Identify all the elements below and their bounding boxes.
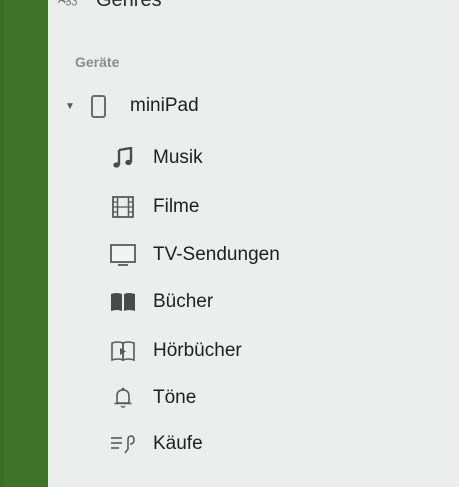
sidebar-item-filme[interactable]: Filme: [108, 192, 199, 222]
tv-icon: [108, 243, 138, 267]
sidebar-item-label: Käufe: [153, 433, 203, 454]
music-note-icon: [108, 146, 138, 170]
sidebar-item-label: Hörbücher: [153, 340, 242, 361]
book-icon: [108, 290, 138, 314]
section-header-devices: Geräte: [75, 54, 120, 70]
purchases-list-icon: [108, 432, 138, 456]
disclosure-triangle-icon[interactable]: ▼: [65, 101, 75, 112]
device-name: miniPad: [130, 95, 199, 116]
genres-icon: A̶ʒʒ: [58, 0, 78, 6]
sidebar-item-label: Filme: [153, 196, 200, 217]
sidebar-item-label: TV-Sendungen: [153, 244, 280, 265]
ipad-icon: [91, 94, 106, 118]
bell-icon: [108, 386, 138, 410]
sidebar-item-musik[interactable]: Musik: [108, 143, 203, 173]
sidebar-item-label: Musik: [153, 147, 203, 168]
sidebar-item-kaeufe[interactable]: Käufe: [108, 429, 203, 459]
audiobook-icon: [108, 339, 138, 363]
sidebar-item-label: Töne: [153, 387, 197, 408]
sidebar-item-label: Bücher: [153, 291, 214, 312]
sidebar-item-hoerbuecher[interactable]: Hörbücher: [108, 336, 242, 366]
sidebar-item-label: Genres: [96, 0, 162, 12]
film-icon: [108, 195, 138, 219]
sidebar-item-tv-sendungen[interactable]: TV-Sendungen: [108, 240, 280, 270]
background-green-area: [4, 0, 48, 487]
sidebar-item-genres[interactable]: A̶ʒʒ Genres: [58, 0, 162, 12]
device-row-minipad[interactable]: ▼ miniPad: [65, 91, 199, 121]
sidebar-item-toene[interactable]: Töne: [108, 383, 196, 413]
sidebar-item-buecher[interactable]: Bücher: [108, 287, 213, 317]
